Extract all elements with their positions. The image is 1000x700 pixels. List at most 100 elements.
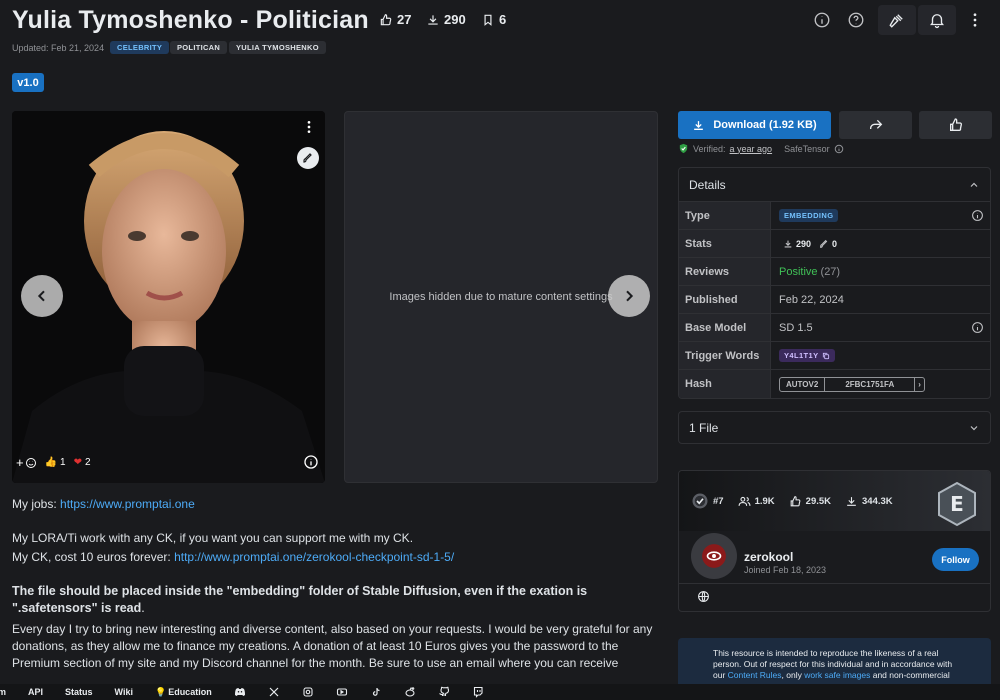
- detail-row-type: Type EMBEDDING: [679, 202, 990, 230]
- hash-box[interactable]: AUTOV2 2FBC1751FA ›: [779, 376, 925, 392]
- creator-badge-icon: E: [938, 481, 976, 527]
- content-rules-link[interactable]: Content Rules: [728, 670, 782, 680]
- details-heading: Details: [689, 177, 726, 192]
- detail-key: Published: [679, 286, 771, 313]
- info-icon[interactable]: [834, 144, 844, 154]
- bell-plus-icon: [930, 14, 944, 29]
- more-menu-button[interactable]: [961, 6, 989, 34]
- svg-text:E: E: [950, 492, 964, 516]
- question-icon: [848, 12, 864, 28]
- share-icon: [869, 119, 882, 129]
- tag-celebrity[interactable]: CELEBRITY: [110, 41, 170, 54]
- like-button[interactable]: [919, 111, 992, 139]
- creator-followers: 1.9K: [738, 495, 775, 508]
- detail-row-stats: Stats 290 0: [679, 230, 990, 258]
- likes-stat[interactable]: 27: [379, 12, 411, 27]
- tiktok-icon[interactable]: [370, 686, 382, 698]
- instagram-icon[interactable]: [302, 686, 314, 698]
- help-button[interactable]: [842, 6, 870, 34]
- likes-count: 27: [397, 12, 412, 27]
- placement-note-text: The file should be placed inside the "em…: [12, 584, 588, 615]
- details-header[interactable]: Details: [679, 168, 990, 202]
- thumbs-count: 1: [60, 457, 66, 468]
- chevron-right-icon[interactable]: ›: [914, 377, 924, 391]
- download-label: Download (1.92 KB): [713, 119, 817, 131]
- share-button[interactable]: [839, 111, 912, 139]
- downloads-count: 344.3K: [862, 495, 893, 507]
- prev-image-button[interactable]: [21, 275, 63, 317]
- add-reaction-button[interactable]: +: [16, 455, 37, 470]
- placement-note-tail: .: [141, 601, 145, 615]
- footer-link-api[interactable]: API: [28, 687, 43, 697]
- checkpoint-link[interactable]: http://www.promptai.one/zerokool-checkpo…: [174, 550, 454, 564]
- notify-button[interactable]: [918, 5, 956, 35]
- hash-value[interactable]: 2FBC1751FA: [825, 378, 914, 391]
- verified-time[interactable]: a year ago: [730, 144, 773, 154]
- follow-button[interactable]: Follow: [932, 548, 979, 571]
- reddit-icon[interactable]: [404, 686, 416, 698]
- work-safe-link[interactable]: work safe images: [804, 670, 870, 680]
- published-date: Feb 22, 2024: [779, 293, 844, 306]
- remix-button[interactable]: [297, 147, 319, 169]
- brush-icon: [303, 153, 312, 163]
- reviews-sentiment[interactable]: Positive: [779, 266, 818, 278]
- copy-icon: [823, 352, 830, 359]
- trigger-word-chip[interactable]: Y4L1T1Y: [779, 349, 836, 362]
- thumbs-up-icon: [380, 13, 392, 25]
- bookmarks-stat[interactable]: 6: [481, 12, 506, 27]
- download-icon: [847, 496, 856, 506]
- footer-link-partial[interactable]: m: [0, 687, 6, 697]
- detail-row-base-model: Base Model SD 1.5: [679, 314, 990, 342]
- discord-icon[interactable]: [234, 686, 246, 698]
- info-button[interactable]: [808, 6, 836, 34]
- details-panel: Details Type EMBEDDING Stats 290 0 Revie…: [678, 167, 991, 399]
- jobs-line: My jobs: https://www.promptai.one: [12, 496, 195, 513]
- detail-key: Base Model: [679, 314, 771, 341]
- followers-count: 1.9K: [754, 495, 775, 507]
- image-menu-button[interactable]: [301, 119, 317, 140]
- moderation-button[interactable]: [878, 5, 916, 35]
- reaction-bar: + 👍 1 ❤ 2: [16, 455, 91, 470]
- shield-check-icon: [679, 143, 688, 154]
- info-icon: [814, 12, 830, 28]
- creator-card: #7 1.9K 29.5K 344.3K E zerokool Joined F…: [678, 470, 991, 612]
- detail-row-hash: Hash AUTOV2 2FBC1751FA ›: [679, 370, 990, 398]
- updated-date: Updated: Feb 21, 2024: [12, 43, 105, 53]
- notice-text-b: , only: [781, 670, 805, 680]
- info-icon[interactable]: [971, 209, 984, 222]
- globe-icon[interactable]: [697, 590, 710, 603]
- downloads-stat[interactable]: 290: [426, 12, 466, 27]
- files-accordion[interactable]: 1 File: [678, 411, 991, 444]
- footer-link-status[interactable]: Status: [65, 687, 93, 697]
- creator-name[interactable]: zerokool: [744, 550, 793, 564]
- thumbs-reaction[interactable]: 👍 1: [45, 457, 66, 468]
- brush-icon: [820, 239, 828, 248]
- jobs-link[interactable]: https://www.promptai.one: [60, 497, 195, 511]
- next-image-button[interactable]: [608, 275, 650, 317]
- trigger-word: Y4L1T1Y: [784, 351, 819, 360]
- donation-paragraph: Every day I try to bring new interesting…: [12, 622, 653, 670]
- download-button[interactable]: Download (1.92 KB): [678, 111, 831, 139]
- image-info-button[interactable]: [303, 454, 319, 475]
- hash-type[interactable]: AUTOV2: [780, 377, 826, 391]
- smile-icon: [25, 457, 36, 468]
- github-icon[interactable]: [438, 686, 450, 698]
- stats-generations: 0: [832, 238, 838, 249]
- tag-yulia-tymoshenko[interactable]: YULIA TYMOSHENKO: [229, 41, 326, 54]
- info-icon: [304, 455, 318, 469]
- tag-politican[interactable]: POLITICAN: [170, 41, 228, 54]
- detail-key: Hash: [679, 370, 771, 398]
- heart-reaction[interactable]: ❤ 2: [74, 457, 91, 468]
- footer-link-wiki[interactable]: Wiki: [115, 687, 133, 697]
- twitch-icon[interactable]: [472, 686, 484, 698]
- version-badge[interactable]: v1.0: [12, 73, 44, 92]
- info-icon[interactable]: [971, 321, 984, 334]
- chevron-down-icon: [970, 425, 978, 430]
- creator-avatar[interactable]: [691, 533, 737, 579]
- thumbs-up-icon: [790, 495, 801, 506]
- x-twitter-icon[interactable]: [268, 686, 280, 698]
- footer-link-education[interactable]: 💡 Education: [155, 687, 212, 698]
- bookmark-icon: [484, 14, 492, 26]
- gavel-icon: [889, 14, 903, 28]
- youtube-icon[interactable]: [336, 686, 348, 698]
